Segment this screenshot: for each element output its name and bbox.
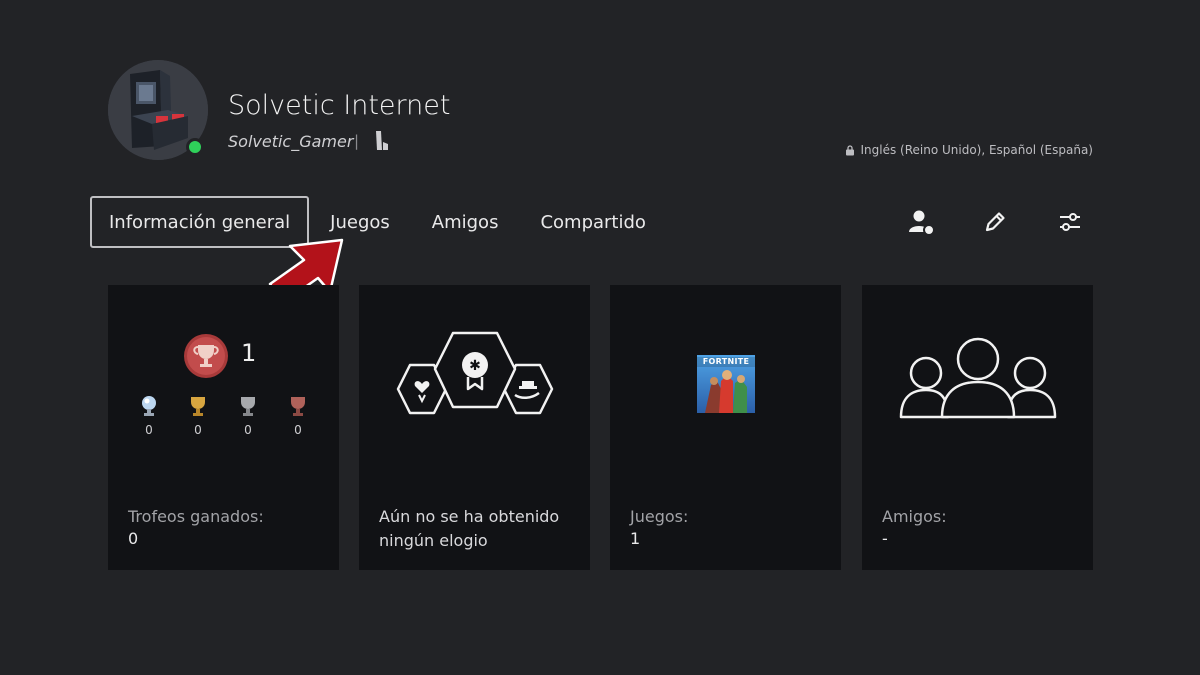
trophies-card[interactable]: 1 0 0 0 0 Trofeos ganados: 0 — [108, 285, 339, 570]
trophy-level-value: 1 — [241, 339, 257, 367]
platinum-tier: 0 — [137, 395, 161, 437]
add-friend-icon — [909, 210, 935, 236]
friends-card[interactable]: Amigos: - — [862, 285, 1093, 570]
platinum-count: 0 — [145, 423, 153, 437]
silver-trophy-icon — [241, 397, 255, 416]
silver-count: 0 — [244, 423, 252, 437]
gold-trophy-icon — [191, 397, 205, 416]
commendations-card[interactable]: ✱ Aún no se ha obtenido ningún elogio — [359, 285, 590, 570]
profile-display-name: Solvetic Internet — [228, 90, 451, 121]
games-card[interactable]: FORTNITE Juegos: 1 — [610, 285, 841, 570]
profile-tabs: Información general Juegos Amigos Compar… — [90, 196, 667, 248]
silver-tier: 0 — [236, 395, 260, 437]
game-thumbnail[interactable]: FORTNITE — [697, 355, 755, 413]
settings-sliders-icon — [1060, 213, 1080, 231]
friends-label: Amigos: — [882, 507, 947, 526]
games-value: 1 — [630, 529, 641, 548]
profile-online-id: Solvetic_Gamer — [228, 132, 354, 151]
id-separator: | — [354, 132, 360, 150]
tab-compartido[interactable]: Compartido — [519, 196, 666, 248]
svg-text:✱: ✱ — [469, 358, 481, 374]
edit-pencil-icon — [985, 212, 1005, 232]
add-friend-button[interactable] — [904, 205, 938, 239]
profile-settings-button[interactable] — [1053, 205, 1087, 239]
languages-info: Inglés (Reino Unido), Español (España) — [845, 143, 1093, 157]
bronze-count: 0 — [294, 423, 302, 437]
languages-text: Inglés (Reino Unido), Español (España) — [860, 143, 1093, 157]
bronze-trophy-icon — [291, 397, 305, 416]
commendations-text: Aún no se ha obtenido ningún elogio — [379, 507, 560, 550]
trophies-label: Trofeos ganados: — [128, 507, 264, 526]
gold-tier: 0 — [186, 395, 210, 437]
commendations-badges-icon: ✱ — [396, 331, 554, 415]
platinum-trophy-icon — [142, 396, 156, 416]
lock-icon — [846, 144, 855, 155]
game-thumbnail-title: FORTNITE — [702, 357, 750, 366]
friends-value: - — [882, 529, 888, 548]
bronze-tier: 0 — [286, 395, 310, 437]
edit-profile-button[interactable] — [978, 205, 1012, 239]
friends-group-icon — [899, 337, 1057, 419]
tab-amigos[interactable]: Amigos — [411, 196, 520, 248]
trophy-level-icon — [184, 334, 228, 378]
gold-count: 0 — [194, 423, 202, 437]
games-label: Juegos: — [630, 507, 689, 526]
trophies-value: 0 — [128, 529, 139, 548]
ps5-console-icon — [376, 131, 388, 150]
online-status-indicator — [186, 138, 204, 156]
